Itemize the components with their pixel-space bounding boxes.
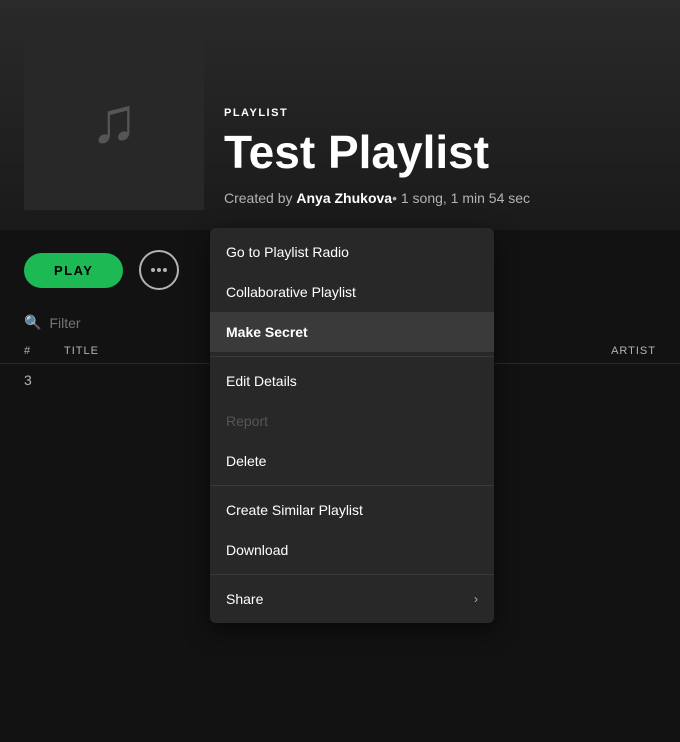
- playlist-type-label: PLAYLIST: [224, 107, 530, 119]
- menu-item-label: Go to Playlist Radio: [226, 244, 349, 260]
- menu-section-2: Edit Details Report Delete: [210, 357, 494, 486]
- menu-item-download[interactable]: Download: [210, 530, 494, 570]
- col-num-header: #: [24, 345, 64, 357]
- context-menu: Go to Playlist Radio Collaborative Playl…: [210, 228, 494, 623]
- menu-item-share[interactable]: Share ›: [210, 579, 494, 619]
- menu-item-label: Delete: [226, 453, 266, 469]
- created-by-prefix: Created by: [224, 190, 296, 206]
- playlist-info: PLAYLIST Test Playlist Created by Anya Z…: [224, 107, 530, 210]
- menu-item-collaborative[interactable]: Collaborative Playlist: [210, 272, 494, 312]
- menu-section-1: Go to Playlist Radio Collaborative Playl…: [210, 228, 494, 357]
- menu-item-label: Make Secret: [226, 324, 308, 340]
- dot3: [163, 268, 167, 272]
- album-art: ♫: [24, 30, 204, 210]
- search-icon: 🔍: [24, 314, 41, 331]
- menu-section-4: Share ›: [210, 575, 494, 623]
- filter-input[interactable]: [49, 315, 230, 331]
- menu-item-create-similar[interactable]: Create Similar Playlist: [210, 490, 494, 530]
- play-button[interactable]: PLAY: [24, 253, 123, 288]
- playlist-creator: Anya Zhukova: [296, 190, 392, 206]
- playlist-title: Test Playlist: [224, 127, 530, 178]
- col-artist-header: ARTIST: [506, 345, 656, 357]
- menu-item-label: Edit Details: [226, 373, 297, 389]
- menu-item-label: Report: [226, 413, 268, 429]
- dot2: [157, 268, 161, 272]
- playlist-meta: Created by Anya Zhukova• 1 song, 1 min 5…: [224, 190, 530, 206]
- menu-item-delete[interactable]: Delete: [210, 441, 494, 481]
- meta-suffix: • 1 song, 1 min 54 sec: [392, 190, 530, 206]
- menu-item-label: Download: [226, 542, 288, 558]
- menu-item-edit-details[interactable]: Edit Details: [210, 361, 494, 401]
- menu-section-3: Create Similar Playlist Download: [210, 486, 494, 575]
- menu-item-label: Collaborative Playlist: [226, 284, 356, 300]
- playlist-header: ♫ PLAYLIST Test Playlist Created by Anya…: [0, 0, 680, 230]
- menu-item-label: Share: [226, 591, 263, 607]
- menu-item-playlist-radio[interactable]: Go to Playlist Radio: [210, 232, 494, 272]
- menu-item-make-secret[interactable]: Make Secret: [210, 312, 494, 352]
- dot1: [151, 268, 155, 272]
- menu-item-report: Report: [210, 401, 494, 441]
- track-number: 3: [24, 372, 64, 388]
- music-note-icon: ♫: [90, 83, 138, 157]
- more-options-button[interactable]: [139, 250, 179, 290]
- chevron-right-icon: ›: [474, 592, 478, 606]
- menu-item-label: Create Similar Playlist: [226, 502, 363, 518]
